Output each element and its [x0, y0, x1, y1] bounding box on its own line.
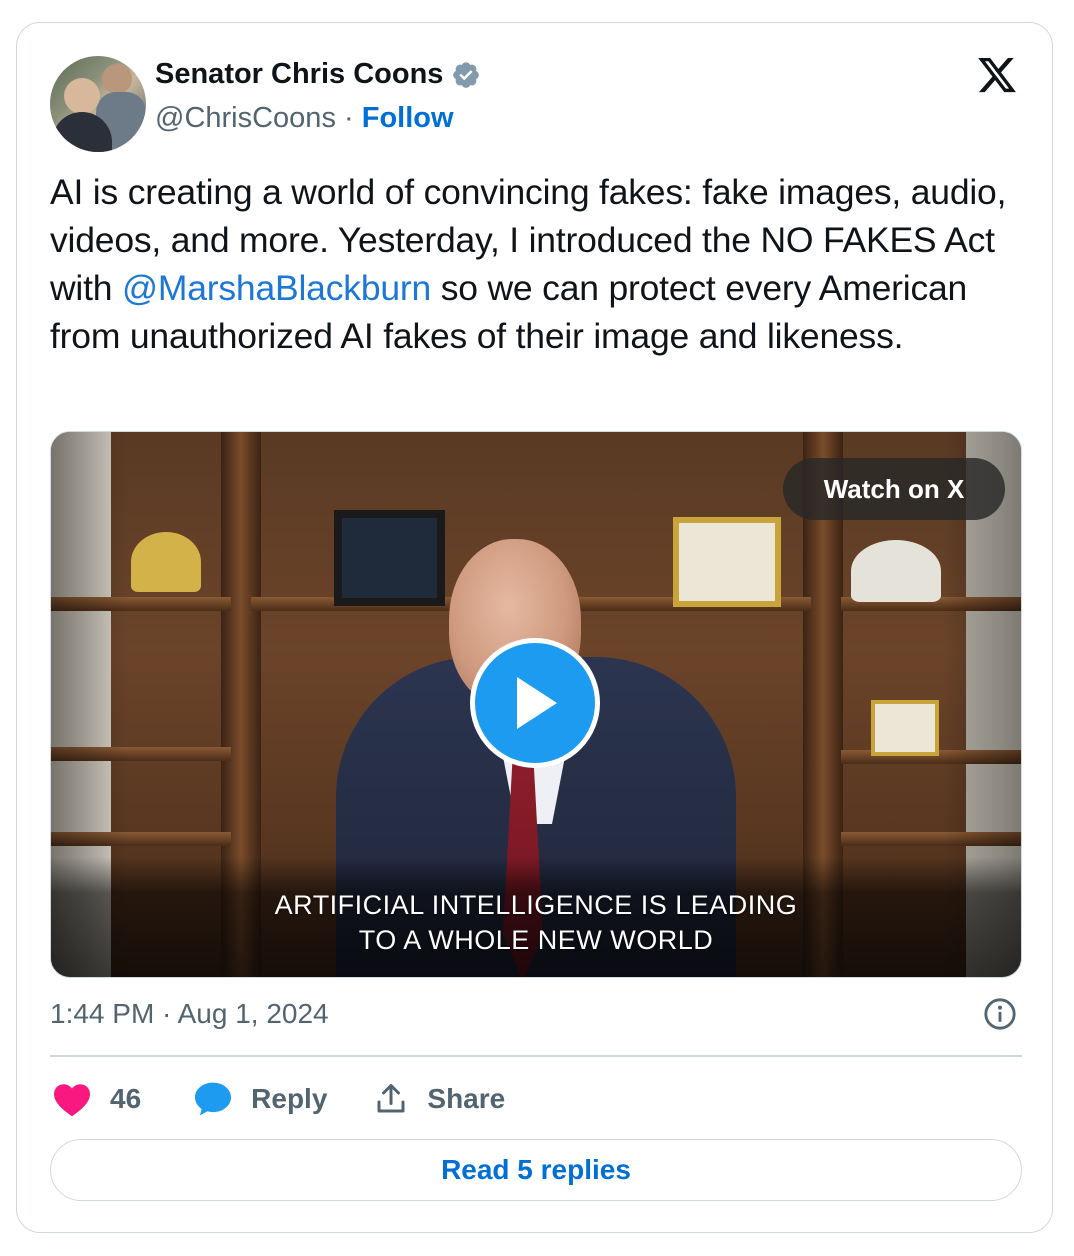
divider [50, 1055, 1022, 1057]
reply-bubble-icon [195, 1082, 232, 1116]
video-player[interactable]: ARTIFICIAL INTELLIGENCE IS LEADING TO A … [50, 431, 1022, 978]
x-logo-icon[interactable] [974, 54, 1020, 96]
verified-badge-icon [453, 61, 480, 88]
tweet-timestamp[interactable]: 1:44 PM · Aug 1, 2024 [50, 998, 329, 1030]
caption-line-1: ARTIFICIAL INTELLIGENCE IS LEADING [274, 890, 798, 920]
avatar[interactable] [50, 56, 146, 152]
tweet-text: AI is creating a world of convincing fak… [50, 168, 1030, 360]
handle-line: @ChrisCoons · Follow [155, 102, 454, 135]
author-handle[interactable]: @ChrisCoons [155, 102, 336, 134]
author-name-row[interactable]: Senator Chris Coons [155, 58, 481, 91]
action-bar: 46 Reply Share [52, 1076, 505, 1122]
heart-icon [54, 1084, 90, 1117]
watch-on-x-button[interactable]: Watch on X [783, 458, 1005, 520]
mention-link[interactable]: @MarshaBlackburn [122, 268, 431, 308]
like-count: 46 [110, 1083, 142, 1114]
reply-label: Reply [251, 1083, 328, 1114]
follow-button[interactable]: Follow [362, 102, 454, 134]
author-name[interactable]: Senator Chris Coons [155, 58, 443, 91]
reply-button[interactable]: Reply [193, 1081, 327, 1117]
separator-dot: · [344, 102, 354, 134]
info-icon[interactable] [983, 997, 1017, 1031]
share-label: Share [427, 1083, 506, 1114]
play-icon [517, 677, 557, 729]
share-upload-icon [377, 1084, 405, 1113]
caption-line-2: TO A WHOLE NEW WORLD [358, 925, 714, 955]
play-button[interactable] [470, 638, 600, 768]
share-button[interactable]: Share [373, 1081, 505, 1117]
read-replies-button[interactable]: Read 5 replies [50, 1139, 1022, 1201]
like-button[interactable]: 46 [52, 1081, 141, 1117]
video-caption: ARTIFICIAL INTELLIGENCE IS LEADING TO A … [51, 888, 1021, 958]
